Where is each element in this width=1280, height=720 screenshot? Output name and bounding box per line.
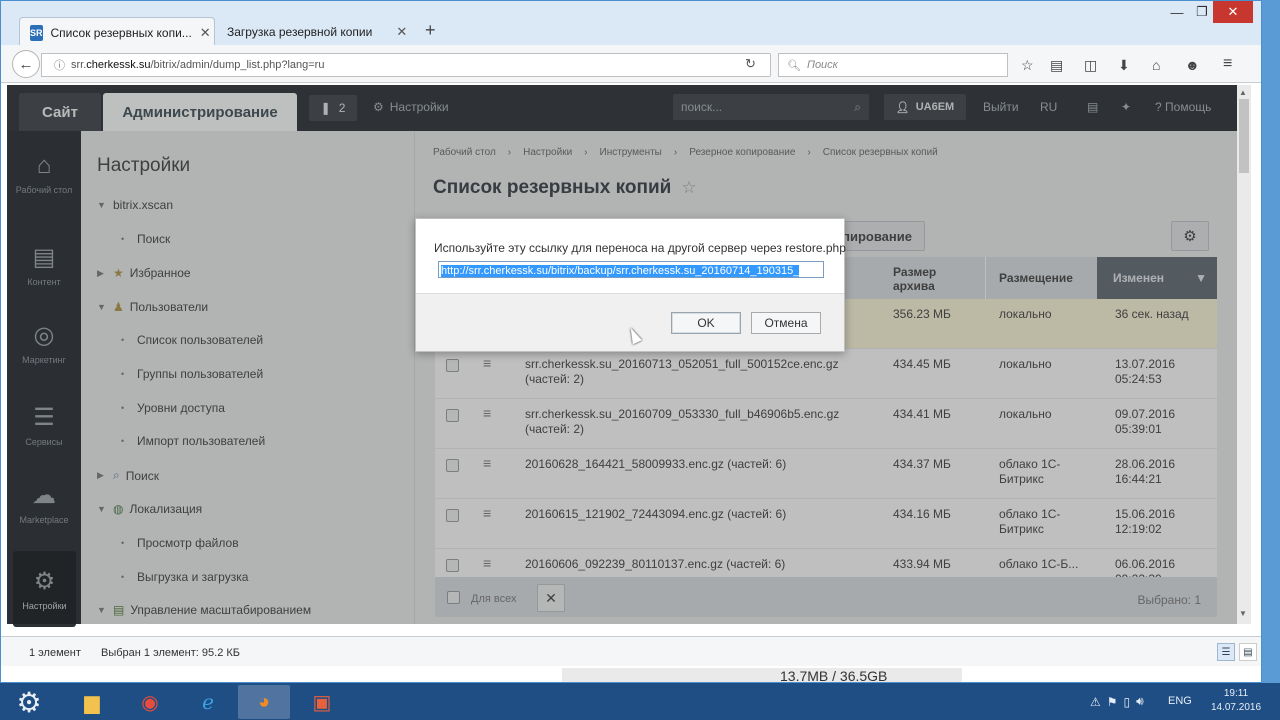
cancel-button[interactable]: Отмена [751,312,821,334]
bookmark-star-icon[interactable]: ☆ [1021,57,1034,74]
home-icon[interactable]: ⌂ [1152,57,1160,73]
taskbar: ⚙ ▆ ◉ ℯ ◕ ▣ ⚠ ⚑ ▯ 🔊︎ ENG 19:11 14.07.201… [0,683,1280,720]
language-indicator[interactable]: ENG [1168,695,1192,707]
browser-search-input[interactable]: 🔍︎ Поиск [778,53,1008,77]
tab-label: Загрузка резервной копии [227,25,373,39]
details-view-icon[interactable]: ☰ [1217,643,1235,661]
recorder-app-icon[interactable]: ▣ [296,685,348,719]
ok-button[interactable]: OK [671,312,741,334]
info-icon: ⓘ [54,60,65,72]
dialog-message: Используйте эту ссылку для переноса на д… [434,241,846,255]
emoji-icon[interactable]: ☻ [1185,57,1200,73]
network-warning-icon[interactable]: ⚠ [1090,695,1101,709]
tiles-view-icon[interactable]: ▤ [1239,643,1257,661]
volume-icon[interactable]: 🔊︎ [1136,694,1144,709]
selection-info: Выбран 1 элемент: 95.2 КБ [101,647,240,659]
explorer-status-bar: 1 элемент Выбран 1 элемент: 95.2 КБ ☰ ▤ [1,636,1261,666]
close-tab-icon[interactable]: ✕ [396,24,407,40]
tab-label: Список резервных копи... [50,25,192,40]
flag-icon[interactable]: ⚑ [1107,695,1118,709]
new-tab-icon[interactable]: + [425,20,436,41]
modal-overlay-top [7,85,1237,131]
file-explorer-icon[interactable]: ▆ [66,685,118,719]
scroll-thumb[interactable] [1239,99,1249,173]
item-count: 1 элемент [29,647,81,659]
title-bar: SR Список резервных копи... ✕ Загрузка р… [1,1,1261,47]
maximize-icon[interactable]: ❐ [1191,1,1213,23]
tab-backup-upload[interactable]: Загрузка резервной копии ✕ [217,17,413,47]
close-window-icon[interactable]: ✕ [1213,1,1253,23]
site-favicon-icon: SR [30,24,43,41]
recording-size: 13.7MB / 36.5GB [780,668,888,684]
menu-icon[interactable]: ≡ [1223,55,1232,73]
browser-window: SR Список резервных копи... ✕ Загрузка р… [0,0,1262,683]
url-bar[interactable]: ⓘ srr.cherkessk.su/bitrix/admin/dump_lis… [41,53,771,77]
backup-link-field[interactable]: http://srr.cherkessk.su/bitrix/backup/sr… [438,261,824,278]
minimize-icon[interactable]: — [1163,1,1191,23]
download-icon[interactable]: ⬇ [1118,57,1130,74]
chrome-icon[interactable]: ◉ [124,685,176,719]
start-gear-icon[interactable]: ⚙ [12,686,46,718]
internet-explorer-icon[interactable]: ℯ [182,685,234,719]
battery-icon[interactable]: ▯ [1124,695,1131,709]
desktop-edge [1262,0,1280,683]
back-arrow-icon[interactable]: ← [12,50,40,78]
pocket-icon[interactable]: ◫ [1084,57,1097,74]
search-icon: 🔍︎ [787,59,801,72]
close-tab-icon[interactable]: ✕ [200,25,211,41]
scroll-down-icon: ▼ [1239,609,1247,618]
clock[interactable]: 19:11 14.07.2016 [1202,687,1270,715]
reading-list-icon[interactable]: ▤ [1050,57,1063,74]
scroll-up-icon: ▲ [1239,88,1247,97]
system-tray: ⚠ ⚑ ▯ 🔊︎ [1090,683,1144,720]
reload-icon[interactable]: ↻ [745,56,756,72]
firefox-icon[interactable]: ◕ [238,685,290,719]
recorder-bar [562,668,962,682]
tab-backup-list[interactable]: SR Список резервных копи... ✕ [19,17,215,47]
page-scrollbar[interactable]: ▲ ▼ [1237,85,1251,624]
url-text: srr.cherkessk.su/bitrix/admin/dump_list.… [71,59,325,71]
nav-bar: ← ⓘ srr.cherkessk.su/bitrix/admin/dump_l… [1,45,1261,83]
modal-overlay [7,131,1237,624]
